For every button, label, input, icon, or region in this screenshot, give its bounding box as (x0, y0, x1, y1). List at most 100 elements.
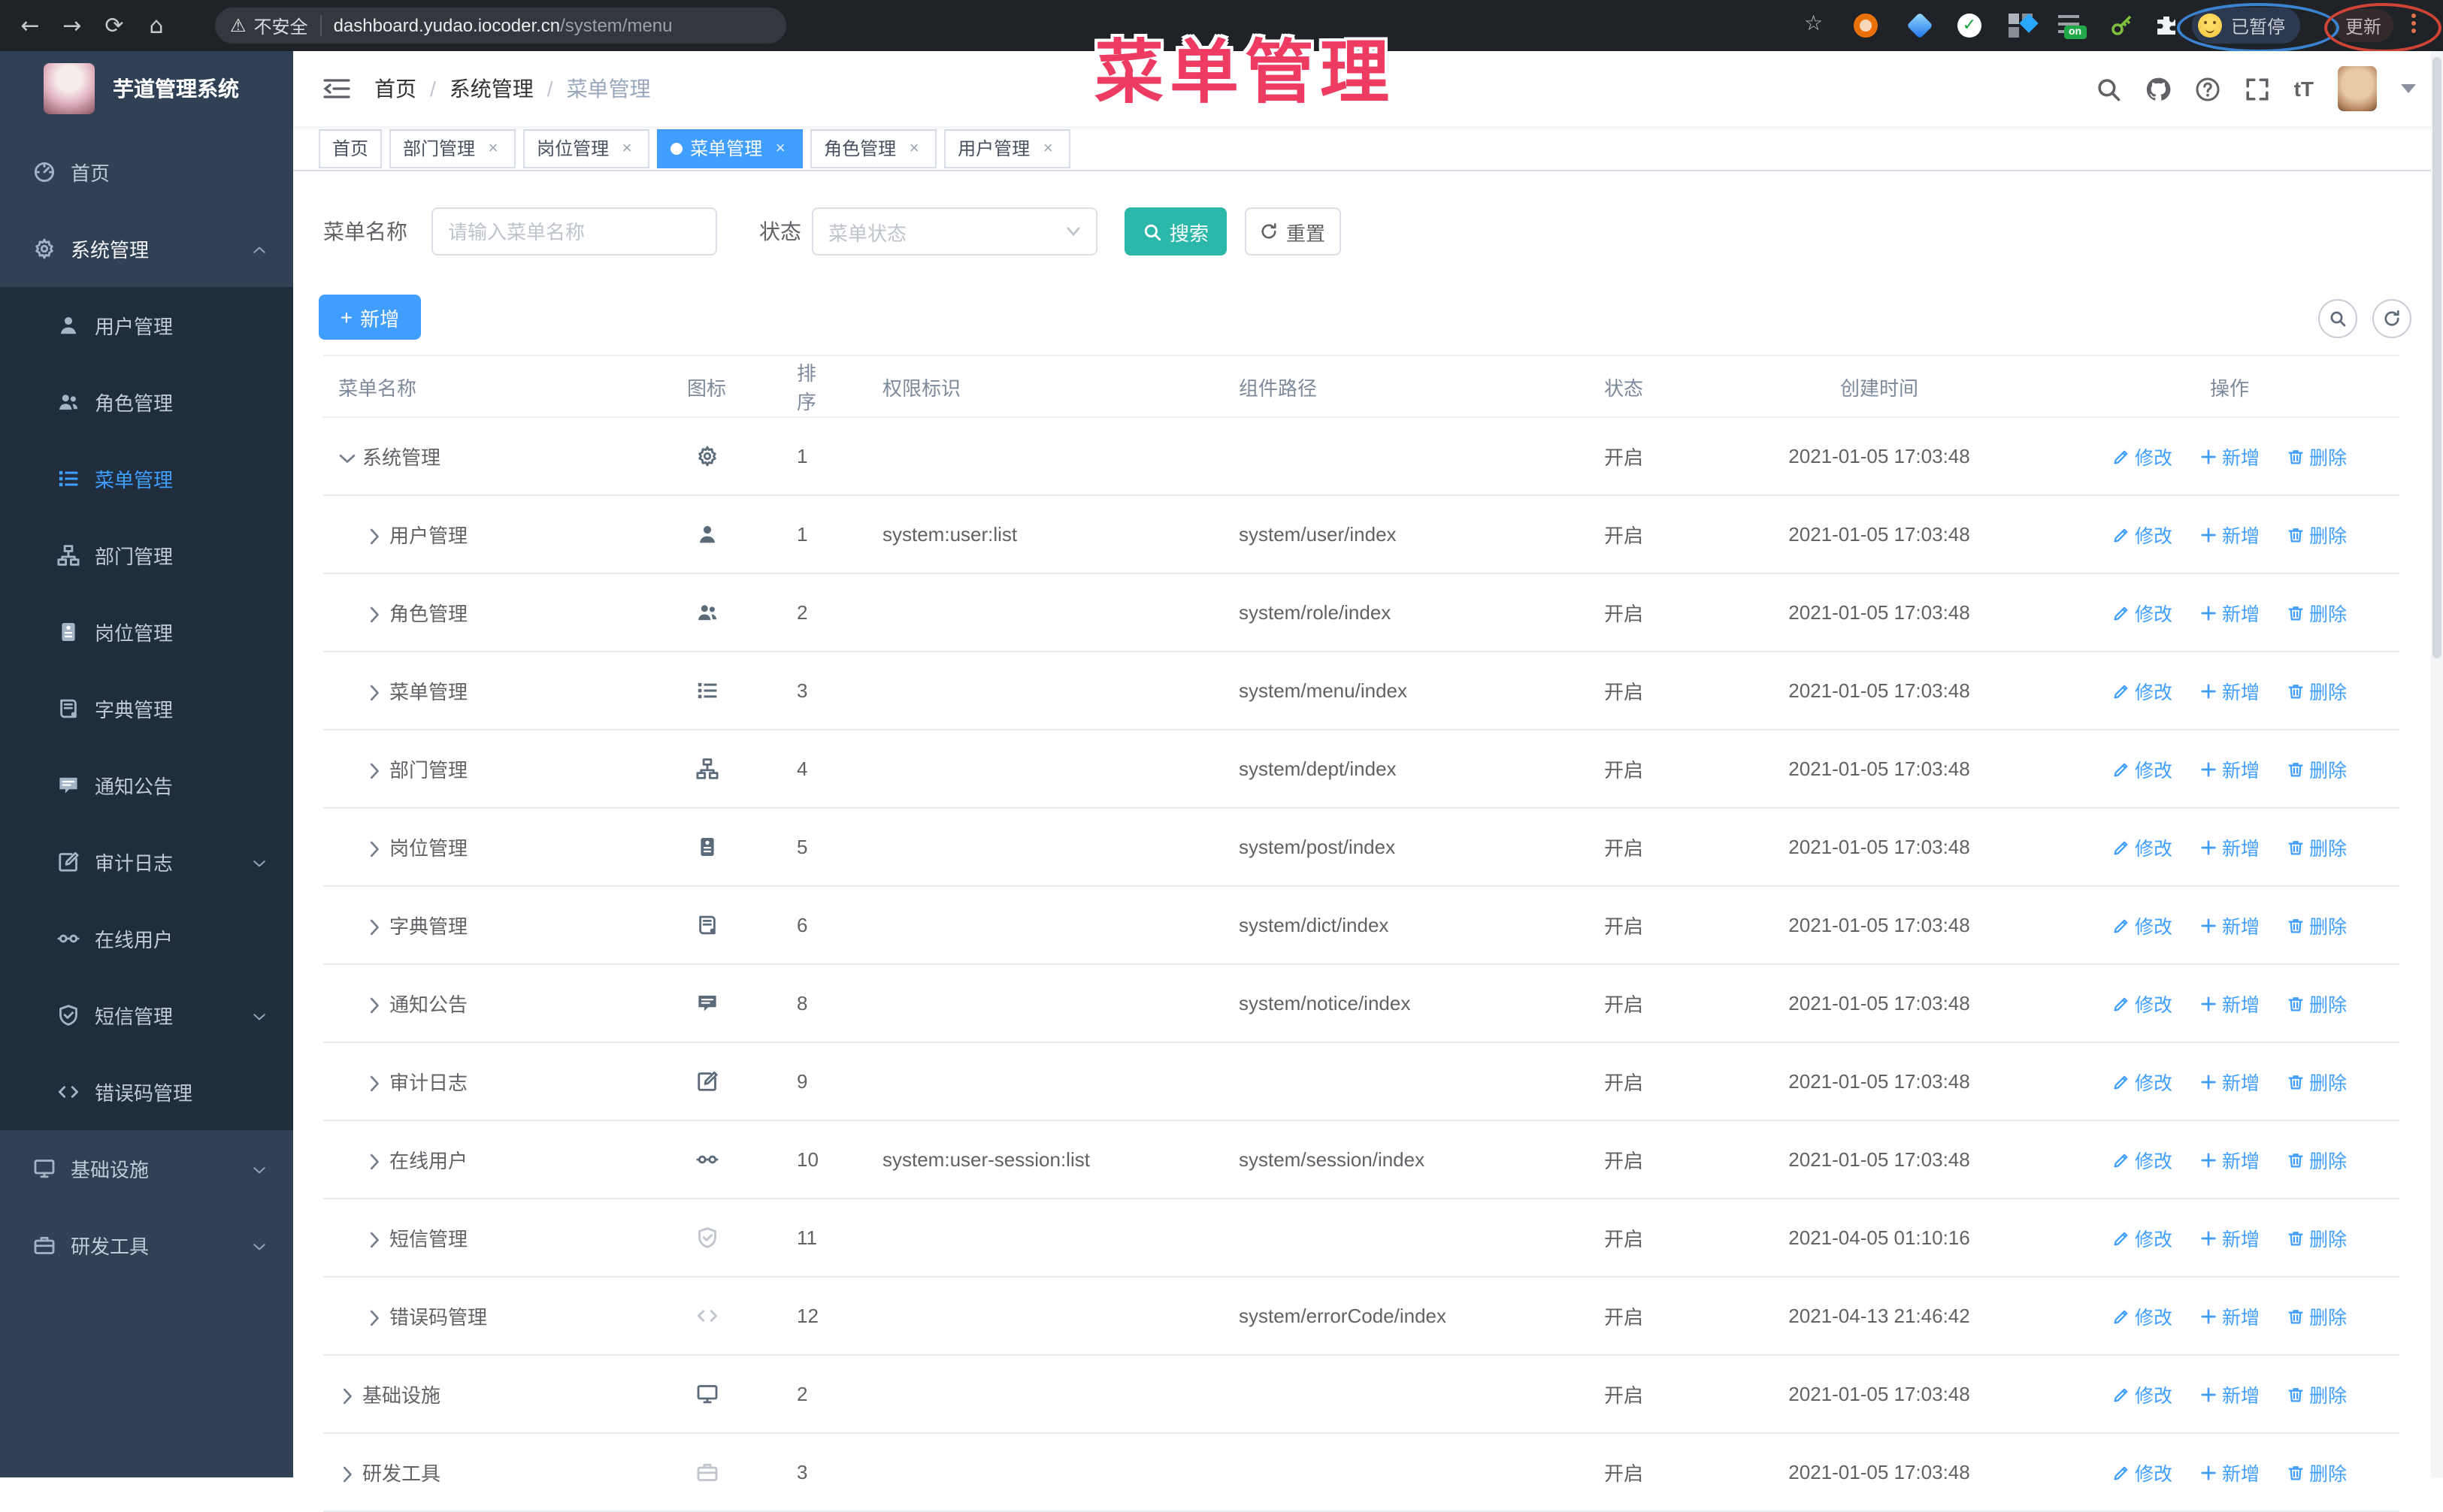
row-action-add[interactable]: 新增 (2199, 1380, 2260, 1408)
row-action-delete[interactable]: 删除 (2287, 1223, 2347, 1252)
tree-expand-icon[interactable] (338, 449, 356, 467)
extension-orange-icon[interactable] (1854, 14, 1878, 38)
profile-paused-badge[interactable]: 已暂停 (2192, 8, 2301, 44)
row-action-add[interactable]: 新增 (2199, 676, 2260, 705)
close-icon[interactable]: × (484, 139, 502, 157)
row-action-delete[interactable]: 删除 (2287, 1067, 2347, 1096)
row-action-edit[interactable]: 修改 (2112, 754, 2172, 783)
sidebar-item-13[interactable]: 基础设施 (0, 1130, 293, 1207)
row-action-delete[interactable]: 删除 (2287, 1380, 2347, 1408)
tree-collapse-icon[interactable] (365, 762, 383, 780)
tab-3[interactable]: 菜单管理 × (657, 129, 804, 168)
sidebar-item-10[interactable]: 在线用户 (0, 900, 293, 977)
close-icon[interactable]: × (1039, 139, 1057, 157)
bookmark-star-icon[interactable]: ☆ (1804, 12, 1828, 36)
extension-key-icon[interactable] (2109, 14, 2133, 38)
add-button[interactable]: + 新增 (319, 295, 421, 340)
row-action-add[interactable]: 新增 (2199, 1223, 2260, 1252)
row-action-delete[interactable]: 删除 (2287, 676, 2347, 705)
row-action-delete[interactable]: 删除 (2287, 754, 2347, 783)
github-icon[interactable] (2145, 76, 2171, 101)
row-action-add[interactable]: 新增 (2199, 1067, 2260, 1096)
sidebar-item-0[interactable]: 首页 (0, 134, 293, 210)
tab-0[interactable]: 首页 (319, 129, 383, 168)
tab-1[interactable]: 部门管理 × (389, 129, 516, 168)
sidebar-item-12[interactable]: 错误码管理 (0, 1054, 293, 1130)
tree-collapse-icon[interactable] (365, 840, 383, 858)
sidebar-item-8[interactable]: 通知公告 (0, 747, 293, 824)
extension-grid-icon[interactable] (2009, 14, 2039, 38)
tab-5[interactable]: 用户管理 × (944, 129, 1071, 168)
reset-button[interactable]: 重置 (1245, 207, 1341, 256)
search-icon[interactable] (2096, 76, 2121, 101)
row-action-add[interactable]: 新增 (2199, 520, 2260, 549)
scrollbar-thumb[interactable] (2432, 57, 2441, 658)
row-action-add[interactable]: 新增 (2199, 442, 2260, 470)
row-action-edit[interactable]: 修改 (2112, 442, 2172, 470)
row-action-edit[interactable]: 修改 (2112, 676, 2172, 705)
extension-gem-icon[interactable] (1906, 12, 1933, 39)
sidebar-item-14[interactable]: 研发工具 (0, 1207, 293, 1284)
row-action-add[interactable]: 新增 (2199, 1302, 2260, 1330)
browser-menu-icon[interactable] (2411, 11, 2417, 41)
menu-name-input[interactable] (431, 207, 717, 256)
row-action-add[interactable]: 新增 (2199, 989, 2260, 1018)
reload-icon[interactable]: ⟳ (93, 5, 135, 47)
tab-4[interactable]: 角色管理 × (810, 129, 937, 168)
chevron-down-icon[interactable] (2401, 84, 2416, 93)
sidebar-item-3[interactable]: 角色管理 (0, 364, 293, 440)
home-icon[interactable]: ⌂ (135, 5, 177, 47)
row-action-edit[interactable]: 修改 (2112, 1145, 2172, 1174)
row-action-add[interactable]: 新增 (2199, 598, 2260, 627)
row-action-delete[interactable]: 删除 (2287, 1458, 2347, 1486)
tree-collapse-icon[interactable] (365, 606, 383, 624)
row-action-delete[interactable]: 删除 (2287, 911, 2347, 939)
row-action-delete[interactable]: 删除 (2287, 520, 2347, 549)
refresh-button[interactable] (2372, 299, 2411, 338)
toggle-search-button[interactable] (2318, 299, 2357, 338)
extensions-puzzle-icon[interactable] (2154, 14, 2178, 38)
sidebar-item-2[interactable]: 用户管理 (0, 287, 293, 364)
tab-2[interactable]: 岗位管理 × (523, 129, 650, 168)
tree-collapse-icon[interactable] (365, 528, 383, 546)
tree-collapse-icon[interactable] (338, 1387, 356, 1405)
row-action-add[interactable]: 新增 (2199, 911, 2260, 939)
row-action-delete[interactable]: 删除 (2287, 989, 2347, 1018)
row-action-add[interactable]: 新增 (2199, 833, 2260, 861)
row-action-delete[interactable]: 删除 (2287, 1145, 2347, 1174)
user-avatar[interactable] (2338, 66, 2377, 111)
forward-icon[interactable]: → (51, 5, 93, 47)
address-bar[interactable]: ⚠ 不安全 dashboard.yudao.iocoder.cn/system/… (215, 8, 786, 44)
close-icon[interactable]: × (771, 139, 789, 157)
extension-v-icon[interactable]: ✓ (1957, 14, 1981, 38)
row-action-add[interactable]: 新增 (2199, 1145, 2260, 1174)
sidebar-item-9[interactable]: 审计日志 (0, 824, 293, 900)
row-action-delete[interactable]: 删除 (2287, 1302, 2347, 1330)
row-action-edit[interactable]: 修改 (2112, 1223, 2172, 1252)
row-action-add[interactable]: 新增 (2199, 1458, 2260, 1486)
sidebar-item-4[interactable]: 菜单管理 (0, 440, 293, 517)
tree-collapse-icon[interactable] (365, 1153, 383, 1171)
logo[interactable]: 芋道管理系统 (0, 51, 293, 126)
page-scrollbar[interactable] (2431, 51, 2443, 1477)
close-icon[interactable]: × (905, 139, 923, 157)
search-button[interactable]: 搜索 (1125, 207, 1227, 256)
font-size-icon[interactable]: tT (2294, 77, 2314, 101)
status-select[interactable]: 菜单状态 (812, 207, 1097, 256)
row-action-delete[interactable]: 删除 (2287, 442, 2347, 470)
back-icon[interactable]: ← (9, 5, 51, 47)
browser-update-button[interactable]: 更新 (2333, 9, 2394, 42)
row-action-edit[interactable]: 修改 (2112, 1380, 2172, 1408)
sidebar-item-6[interactable]: 岗位管理 (0, 594, 293, 670)
row-action-edit[interactable]: 修改 (2112, 520, 2172, 549)
row-action-delete[interactable]: 删除 (2287, 598, 2347, 627)
help-icon[interactable] (2195, 76, 2220, 101)
row-action-edit[interactable]: 修改 (2112, 833, 2172, 861)
row-action-edit[interactable]: 修改 (2112, 1302, 2172, 1330)
tree-collapse-icon[interactable] (365, 996, 383, 1015)
tree-collapse-icon[interactable] (365, 1075, 383, 1093)
sidebar-item-5[interactable]: 部门管理 (0, 517, 293, 594)
sidebar-item-11[interactable]: 短信管理 (0, 977, 293, 1054)
tree-collapse-icon[interactable] (338, 1465, 356, 1483)
row-action-edit[interactable]: 修改 (2112, 1067, 2172, 1096)
